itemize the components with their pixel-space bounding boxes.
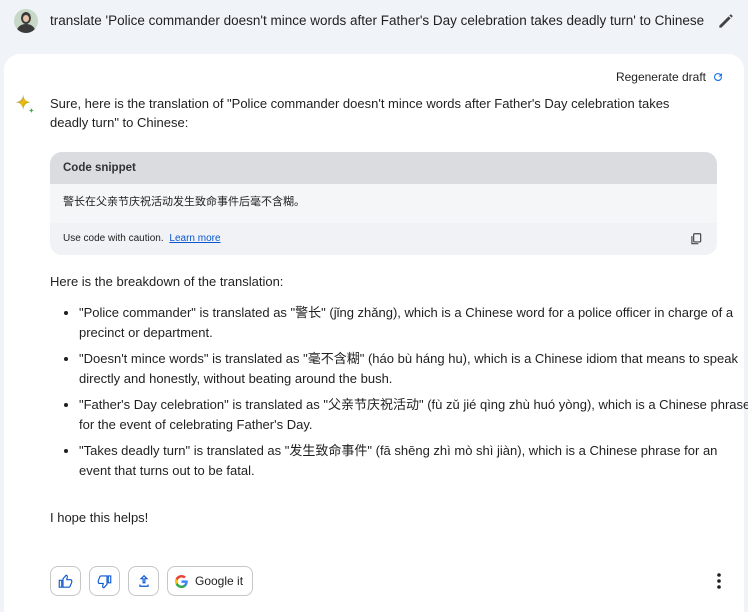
- google-g-icon: [175, 574, 188, 588]
- breakdown-heading: Here is the breakdown of the translation…: [50, 274, 284, 289]
- list-item: "Father's Day celebration" is translated…: [79, 395, 748, 434]
- response-card: Regenerate draft Sure, here is the trans…: [4, 54, 748, 612]
- list-item: "Doesn't mince words" is translated as "…: [79, 349, 748, 388]
- code-snippet-content[interactable]: 警长在父亲节庆祝活动发生致命事件后毫不含糊。: [50, 184, 717, 224]
- thumbs-down-button[interactable]: [89, 566, 120, 596]
- response-actions: Google it: [50, 566, 254, 596]
- regenerate-label: Regenerate draft: [615, 70, 706, 84]
- gemini-sparkle-icon: [15, 94, 35, 114]
- google-it-label: Google it: [195, 574, 244, 588]
- closing-text: I hope this helps!: [50, 510, 149, 525]
- query-text: translate 'Police commander doesn't minc…: [50, 13, 705, 28]
- thumbs-down-icon: [97, 574, 112, 588]
- code-snippet-footer: Use code with caution. Learn more: [50, 223, 717, 255]
- list-item: "Takes deadly turn" is translated as "发生…: [79, 441, 748, 480]
- regenerate-draft-button[interactable]: Regenerate draft: [616, 70, 724, 84]
- thumbs-up-button[interactable]: [50, 566, 81, 596]
- code-snippet: Code snippet 警长在父亲节庆祝活动发生致命事件后毫不含糊。 Use …: [50, 152, 717, 255]
- avatar: [14, 9, 38, 33]
- query-bar: translate 'Police commander doesn't minc…: [0, 0, 748, 46]
- list-item: "Police commander" is translated as "警长"…: [79, 303, 748, 342]
- copy-icon[interactable]: [689, 232, 703, 246]
- response-intro: Sure, here is the translation of "Police…: [50, 96, 670, 130]
- share-button[interactable]: [128, 566, 159, 596]
- learn-more-link[interactable]: Learn more: [169, 233, 220, 244]
- share-icon: [138, 574, 149, 587]
- more-options-icon[interactable]: [716, 572, 722, 590]
- code-caution-text: Use code with caution.: [63, 233, 164, 244]
- thumbs-up-icon: [58, 574, 73, 588]
- refresh-icon: [714, 73, 723, 82]
- translation-breakdown-list: "Police commander" is translated as "警长"…: [50, 303, 748, 487]
- google-it-button[interactable]: Google it: [167, 566, 254, 596]
- edit-pencil-icon[interactable]: [716, 11, 736, 31]
- code-snippet-header: Code snippet: [50, 152, 717, 184]
